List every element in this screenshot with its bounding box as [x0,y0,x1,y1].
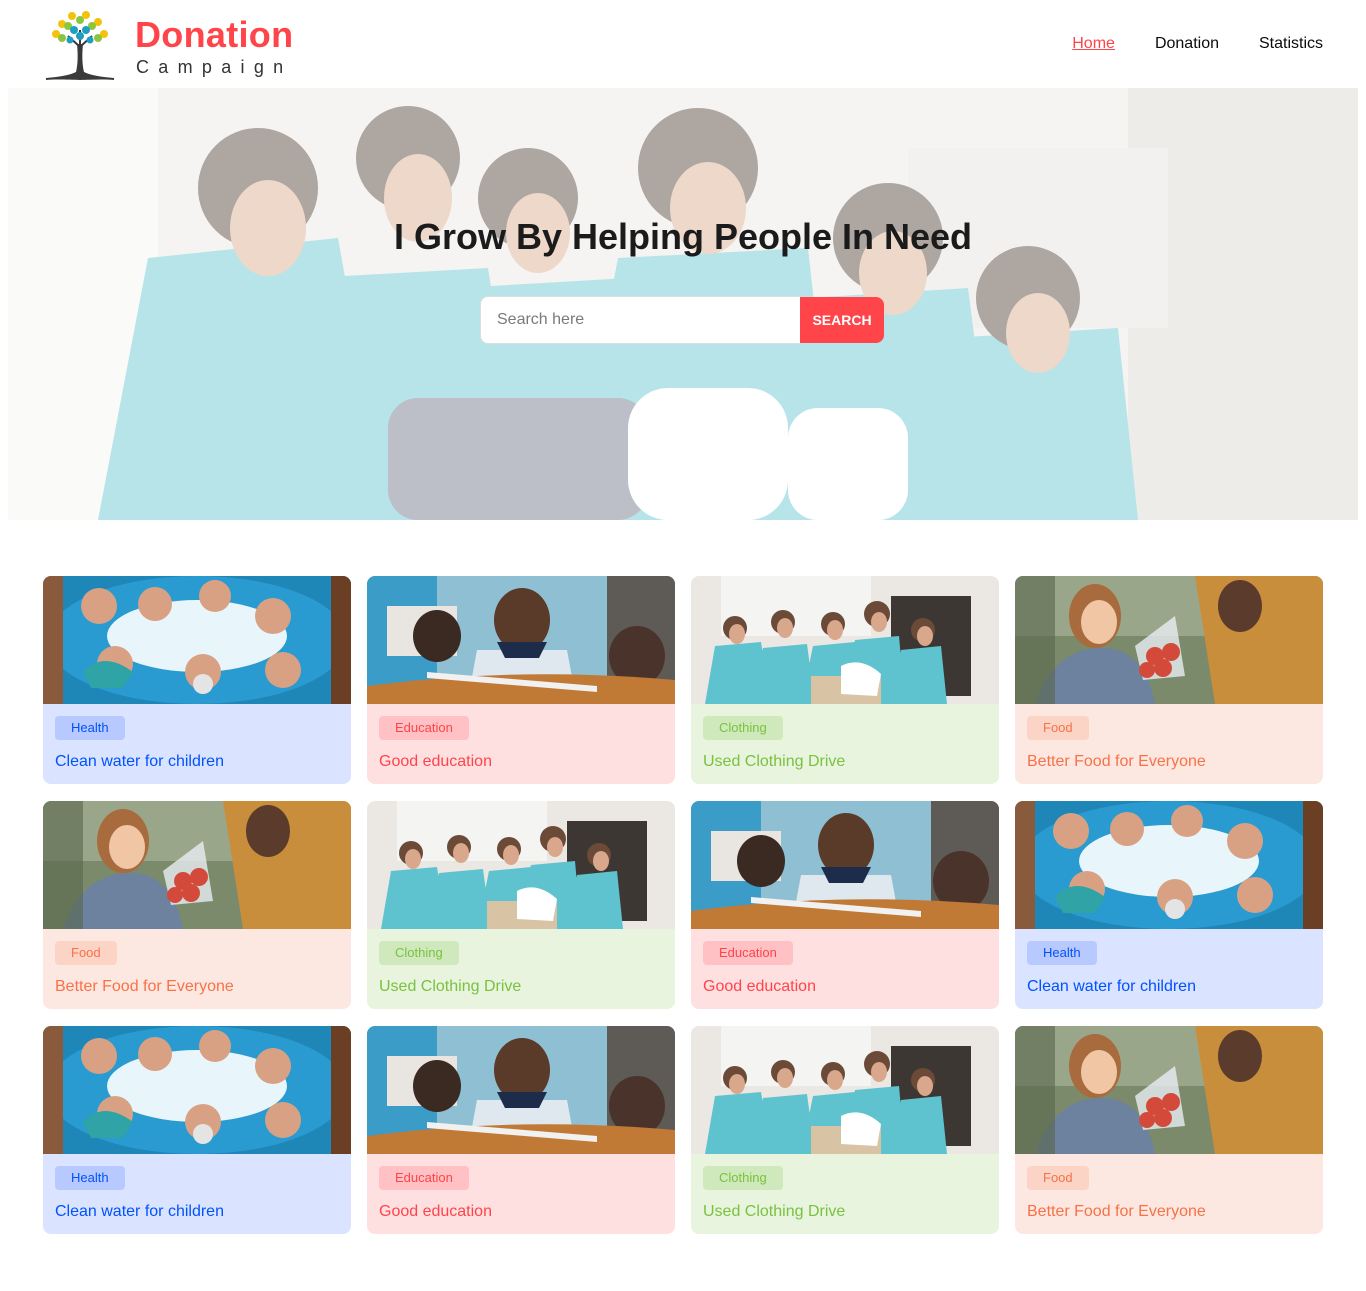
site-header: Donation Campaign Home Donation Statisti… [0,0,1366,88]
category-badge: Health [55,716,125,740]
card-title: Used Clothing Drive [703,753,846,770]
card-title: Good education [379,1203,492,1220]
card-image [367,1026,675,1154]
card-image [43,576,351,704]
card-image [691,1026,999,1154]
nav-donation[interactable]: Donation [1155,34,1219,54]
card-body: Food Better Food for Everyone [43,929,351,1009]
card-title: Better Food for Everyone [1027,1203,1206,1220]
category-badge: Education [703,941,793,965]
card-image [43,801,351,929]
card-body: Clothing Used Clothing Drive [367,929,675,1009]
nav-statistics[interactable]: Statistics [1259,34,1323,54]
main-nav: Home Donation Statistics [1072,34,1323,54]
category-badge: Education [379,716,469,740]
card-image [367,576,675,704]
nav-home[interactable]: Home [1072,34,1115,54]
category-badge: Food [55,941,117,965]
card-image [1015,1026,1323,1154]
card-body: Clothing Used Clothing Drive [691,704,999,784]
brand-name: Donation [135,14,294,55]
search-bar: SEARCH [480,296,886,344]
category-badge: Clothing [703,716,783,740]
card-body: Clothing Used Clothing Drive [691,1154,999,1234]
donation-card[interactable]: Food Better Food for Everyone [1015,576,1323,784]
card-title: Clean water for children [1027,978,1196,995]
card-body: Education Good education [367,704,675,784]
card-body: Education Good education [367,1154,675,1234]
donation-card[interactable]: Health Clean water for children [43,576,351,784]
category-badge: Food [1027,716,1089,740]
card-body: Food Better Food for Everyone [1015,704,1323,784]
category-badge: Health [55,1166,125,1190]
card-image [1015,801,1323,929]
card-title: Clean water for children [55,1203,224,1220]
tree-logo-icon [46,11,114,80]
donation-card[interactable]: Clothing Used Clothing Drive [367,801,675,1009]
card-title: Clean water for children [55,753,224,770]
card-image [43,1026,351,1154]
card-image [1015,576,1323,704]
donation-card[interactable]: Education Good education [367,1026,675,1234]
donation-card[interactable]: Clothing Used Clothing Drive [691,1026,999,1234]
card-body: Health Clean water for children [43,1154,351,1234]
category-badge: Clothing [379,941,459,965]
donation-card[interactable]: Education Good education [367,576,675,784]
card-title: Used Clothing Drive [379,978,522,995]
category-badge: Clothing [703,1166,783,1190]
category-badge: Food [1027,1166,1089,1190]
card-body: Health Clean water for children [43,704,351,784]
category-badge: Education [379,1166,469,1190]
donation-card[interactable]: Health Clean water for children [43,1026,351,1234]
card-body: Health Clean water for children [1015,929,1323,1009]
logo[interactable]: Donation Campaign [42,6,302,82]
card-body: Education Good education [691,929,999,1009]
card-title: Good education [703,978,816,995]
hero-title: I Grow By Helping People In Need [393,216,973,257]
card-title: Good education [379,753,492,770]
card-image [691,801,999,929]
donation-card[interactable]: Health Clean water for children [1015,801,1323,1009]
search-button[interactable]: SEARCH [800,297,884,343]
search-input[interactable] [480,296,800,344]
card-body: Food Better Food for Everyone [1015,1154,1323,1234]
brand-subtitle: Campaign [136,57,293,77]
category-badge: Health [1027,941,1097,965]
card-image [691,576,999,704]
card-image [367,801,675,929]
donation-card[interactable]: Education Good education [691,801,999,1009]
donation-card[interactable]: Clothing Used Clothing Drive [691,576,999,784]
card-title: Better Food for Everyone [55,978,234,995]
donation-card-grid: Health Clean water for children Education… [43,576,1323,1234]
donation-card[interactable]: Food Better Food for Everyone [1015,1026,1323,1234]
card-title: Better Food for Everyone [1027,753,1206,770]
card-title: Used Clothing Drive [703,1203,846,1220]
hero-banner: I Grow By Helping People In Need SEARCH [8,88,1358,520]
donation-card[interactable]: Food Better Food for Everyone [43,801,351,1009]
